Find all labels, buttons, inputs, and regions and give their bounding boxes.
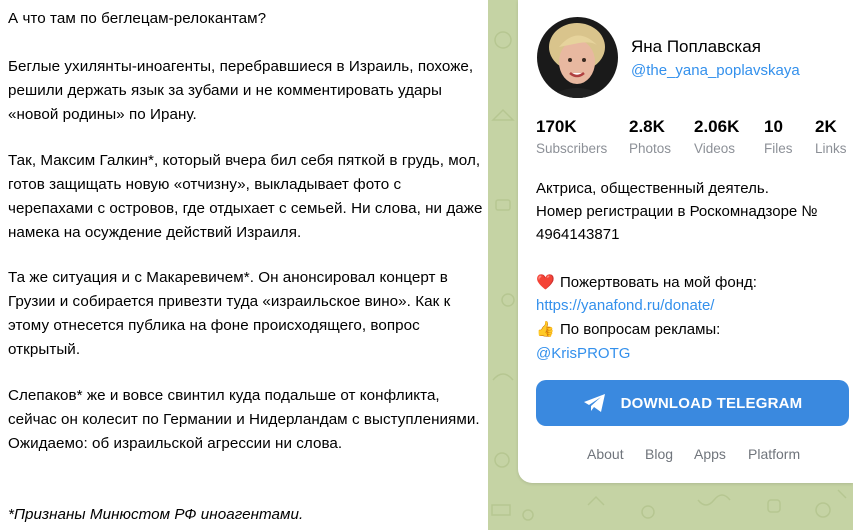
download-telegram-button[interactable]: DOWNLOAD TELEGRAM — [536, 380, 849, 426]
stat-photos[interactable]: 2.8K Photos — [629, 117, 671, 159]
footer-link-about[interactable]: About — [587, 446, 624, 462]
footer-link-apps[interactable]: Apps — [694, 446, 726, 462]
avatar-photo-icon — [537, 17, 618, 98]
stat-subscribers: 170K Subscribers — [536, 117, 607, 159]
footer-link-platform[interactable]: Platform — [748, 446, 800, 462]
post-paragraph: Беглые ухилянты-иноагенты, перебравшиеся… — [8, 58, 474, 123]
stat-label: Videos — [694, 141, 736, 156]
download-button-label: DOWNLOAD TELEGRAM — [620, 394, 803, 412]
telegram-plane-icon — [583, 394, 605, 412]
stat-files[interactable]: 10 Files — [764, 117, 793, 159]
stat-value: 2.06K — [694, 117, 740, 136]
post-paragraph: Слепаков* же и вовсе свинтил куда подаль… — [8, 387, 480, 452]
ads-text: По вопросам рекламы: — [560, 321, 721, 338]
channel-avatar — [537, 17, 618, 98]
footer-link-blog[interactable]: Blog — [645, 446, 673, 462]
donate-line: ❤️ Пожертвовать на мой фонд: — [536, 271, 846, 294]
stat-videos[interactable]: 2.06K Videos — [694, 117, 739, 159]
channel-description-line: Номер регистрации в Роскомнадзоре № — [536, 203, 818, 220]
post-paragraph: Так, Максим Галкин*, который вчера бил с… — [8, 152, 483, 241]
post-heading: А что там по беглецам-релокантам? — [8, 10, 267, 27]
ads-contact-link[interactable]: @KrisPROTG — [536, 345, 630, 362]
donate-text: Пожертвовать на мой фонд: — [560, 274, 757, 291]
post-paragraph: Та же ситуация и с Макаревичем*. Он анон… — [8, 269, 451, 358]
heart-icon: ❤️ — [536, 274, 555, 291]
ads-link-line: @KrisPROTG — [536, 342, 846, 365]
ads-line: 👍 По вопросам рекламы: — [536, 318, 846, 341]
stat-value: 2K — [815, 117, 837, 136]
stat-value: 10 — [764, 117, 783, 136]
stat-label: Files — [764, 141, 793, 156]
channel-description-line: 4964143871 — [536, 226, 620, 243]
post-footnote: *Признаны Минюстом РФ иноагентами. — [8, 506, 304, 523]
stat-links[interactable]: 2K Links — [815, 117, 847, 159]
stat-label: Links — [815, 141, 847, 156]
thumbs-up-icon: 👍 — [536, 321, 555, 338]
post-message: А что там по беглецам-релокантам? Беглые… — [0, 0, 488, 530]
channel-name: Яна Поплавская — [631, 37, 761, 56]
channel-description-line: Актриса, общественный деятель. — [536, 180, 769, 197]
stat-label: Photos — [629, 141, 672, 156]
donate-link-line: https://yanafond.ru/donate/ — [536, 294, 846, 317]
stat-value: 170K — [536, 117, 577, 136]
donate-link[interactable]: https://yanafond.ru/donate/ — [536, 297, 714, 314]
stat-value: 2.8K — [629, 117, 665, 136]
stat-label: Subscribers — [536, 141, 608, 156]
channel-username-link[interactable]: @the_yana_poplavskaya — [631, 62, 800, 79]
